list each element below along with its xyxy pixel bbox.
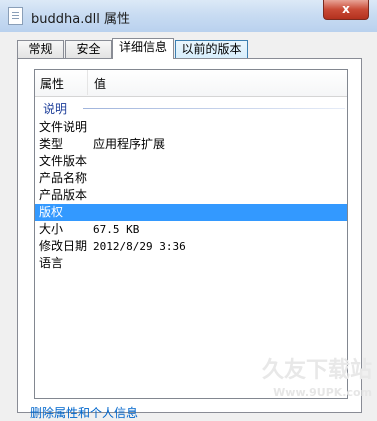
property-name: 文件版本 <box>39 154 88 168</box>
property-value: 应用程序扩展 <box>93 137 166 151</box>
property-value: 67.5 KB <box>93 223 140 236</box>
tab-general[interactable]: 常规 <box>17 40 64 58</box>
property-name: 修改日期 <box>39 239 88 253</box>
window-title: buddha.dll 属性 <box>31 12 130 27</box>
column-divider[interactable] <box>87 70 88 95</box>
list-header: 属性 值 <box>35 70 347 97</box>
property-name: 类型 <box>39 137 64 151</box>
group-divider <box>83 108 345 109</box>
list-item[interactable]: 修改日期 2012/8/29 3:36 <box>35 238 347 255</box>
close-button[interactable]: x <box>323 0 369 20</box>
watermark-text: 久友下载站 <box>262 358 373 383</box>
properties-list[interactable]: 属性 值 说明 文件说明 类型 应用程序扩展 文件版本 产品名称 产品版本 版权 <box>34 69 348 399</box>
site-watermark: 久友下载站 Www.9UPK.com <box>262 360 372 404</box>
property-name: 产品版本 <box>39 188 88 202</box>
title-bar[interactable]: buddha.dll 属性 x <box>0 0 377 32</box>
group-description: 说明 <box>43 102 68 116</box>
list-item[interactable]: 产品名称 <box>35 170 347 187</box>
list-item-selected[interactable]: 版权 <box>35 204 347 221</box>
column-header-value[interactable]: 值 <box>94 75 106 92</box>
file-icon <box>8 7 23 25</box>
column-header-property[interactable]: 属性 <box>40 75 64 92</box>
tab-previous-versions[interactable]: 以前的版本 <box>175 40 248 58</box>
tab-details[interactable]: 详细信息 <box>112 38 174 59</box>
list-item[interactable]: 大小 67.5 KB <box>35 221 347 238</box>
property-name: 大小 <box>39 222 64 236</box>
property-name: 语言 <box>39 256 64 270</box>
list-item[interactable]: 类型 应用程序扩展 <box>35 136 347 153</box>
list-item[interactable]: 产品版本 <box>35 187 347 204</box>
list-item[interactable]: 文件说明 <box>35 119 347 136</box>
property-name: 文件说明 <box>39 120 88 134</box>
property-name: 产品名称 <box>39 171 88 185</box>
list-item[interactable]: 语言 <box>35 255 347 272</box>
list-item[interactable]: 文件版本 <box>35 153 347 170</box>
tab-security[interactable]: 安全 <box>65 40 112 58</box>
watermark-url: Www.9UPK.com <box>273 386 372 399</box>
property-value: 2012/8/29 3:36 <box>93 240 186 253</box>
property-name: 版权 <box>39 205 64 219</box>
